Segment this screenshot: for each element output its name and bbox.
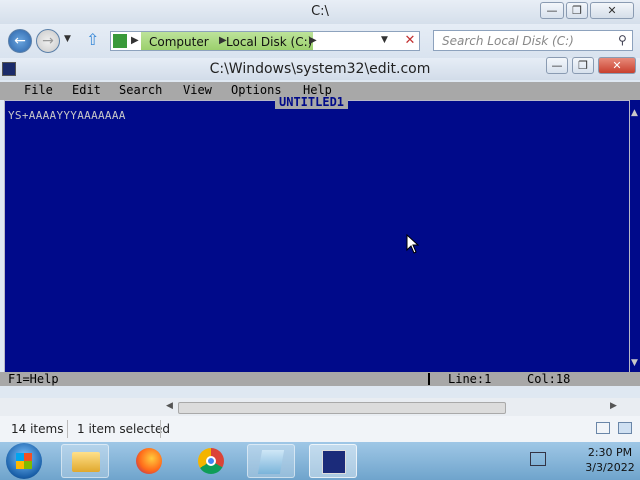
explorer-status-bar: 14 items 1 item selected [0, 416, 640, 442]
status-divider [428, 373, 430, 385]
windows-logo-icon [16, 453, 32, 469]
folder-icon [72, 452, 100, 472]
explorer-title-bar: C:\ — ❐ ✕ [0, 0, 640, 24]
back-button[interactable]: ← [8, 29, 32, 53]
search-input[interactable]: Search Local Disk (C:) ⚲ [433, 30, 633, 51]
scroll-up-arrow-icon[interactable]: ▲ [631, 108, 638, 118]
chevron-right-icon: ▶ [131, 35, 139, 46]
large-icons-view-icon[interactable] [618, 422, 632, 434]
horizontal-scroll-thumb[interactable] [178, 402, 506, 414]
editor-frame [4, 100, 630, 372]
item-count: 14 items [11, 422, 64, 436]
edit-title-bar: C:\Windows\system32\edit.com — ❐ ✕ [0, 57, 640, 80]
stop-icon[interactable]: ✕ [401, 32, 419, 50]
search-icon[interactable]: ⚲ [618, 33, 627, 47]
clock-time: 2:30 PM [587, 446, 633, 459]
menu-view[interactable]: View [183, 83, 212, 97]
status-separator [67, 420, 68, 438]
details-view-icon[interactable] [596, 422, 610, 434]
menu-search[interactable]: Search [119, 83, 162, 97]
scroll-down-arrow-icon[interactable]: ▼ [631, 358, 638, 368]
edit-status-bar: F1=Help Line:1 Col:18 [0, 372, 640, 386]
vertical-scrollbar[interactable]: ▲ ▼ [630, 100, 640, 372]
scroll-left-arrow-icon[interactable]: ◀ [166, 401, 173, 411]
clock[interactable]: 2:30 PM 3/3/2022 [582, 446, 638, 474]
up-arrow-icon[interactable]: ⇧ [86, 30, 99, 49]
status-separator [160, 420, 161, 438]
firefox-icon [136, 448, 162, 474]
computer-icon [113, 34, 127, 48]
edit-close-button[interactable]: ✕ [598, 57, 636, 74]
menu-edit[interactable]: Edit [72, 83, 101, 97]
scroll-right-arrow-icon[interactable]: ▶ [610, 401, 617, 411]
taskbar-firefox[interactable] [126, 444, 174, 478]
mouse-cursor-icon [406, 234, 420, 254]
search-placeholder: Search Local Disk (C:) [442, 34, 574, 48]
start-button[interactable] [6, 443, 42, 479]
history-dropdown-icon[interactable]: ▼ [64, 34, 71, 44]
taskbar-chrome[interactable] [188, 444, 236, 478]
forward-button[interactable]: → [36, 29, 60, 53]
breadcrumb-local-disk[interactable]: Local Disk (C:) [226, 35, 312, 49]
selected-count: 1 item selected [77, 422, 171, 436]
document-title: UNTITLED1 [275, 96, 349, 109]
document-content[interactable]: YS+AAAAYYYAAAAAAA [8, 109, 126, 122]
explorer-close-button[interactable]: ✕ [590, 2, 634, 19]
taskbar-explorer[interactable] [61, 444, 109, 478]
edit-window-title: C:\Windows\system32\edit.com [209, 61, 431, 77]
menu-options[interactable]: Options [231, 83, 282, 97]
explorer-maximize-button[interactable]: ❐ [566, 2, 588, 19]
notepad-icon [257, 450, 285, 474]
status-line: Line:1 [448, 372, 492, 386]
taskbar-edit-com[interactable] [309, 444, 357, 478]
chevron-right-icon: ▶ [309, 35, 317, 46]
status-help: F1=Help [8, 372, 59, 386]
breadcrumb-computer[interactable]: Computer [149, 35, 209, 49]
edit-minimize-button[interactable]: — [546, 57, 568, 74]
menu-file[interactable]: File [24, 83, 53, 97]
edit-maximize-button[interactable]: ❐ [572, 57, 594, 74]
taskbar-notepad[interactable] [247, 444, 295, 478]
clock-date: 3/3/2022 [585, 461, 635, 474]
address-bar[interactable]: ▶ Computer ▶ Local Disk (C:) ▶ ▼ ✕ [110, 31, 420, 51]
status-col: Col:18 [527, 372, 571, 386]
explorer-minimize-button[interactable]: — [540, 2, 564, 19]
address-dropdown-icon[interactable]: ▼ [381, 35, 388, 45]
dos-app-icon [322, 450, 346, 474]
chrome-icon [198, 448, 224, 474]
network-icon[interactable] [530, 452, 546, 466]
